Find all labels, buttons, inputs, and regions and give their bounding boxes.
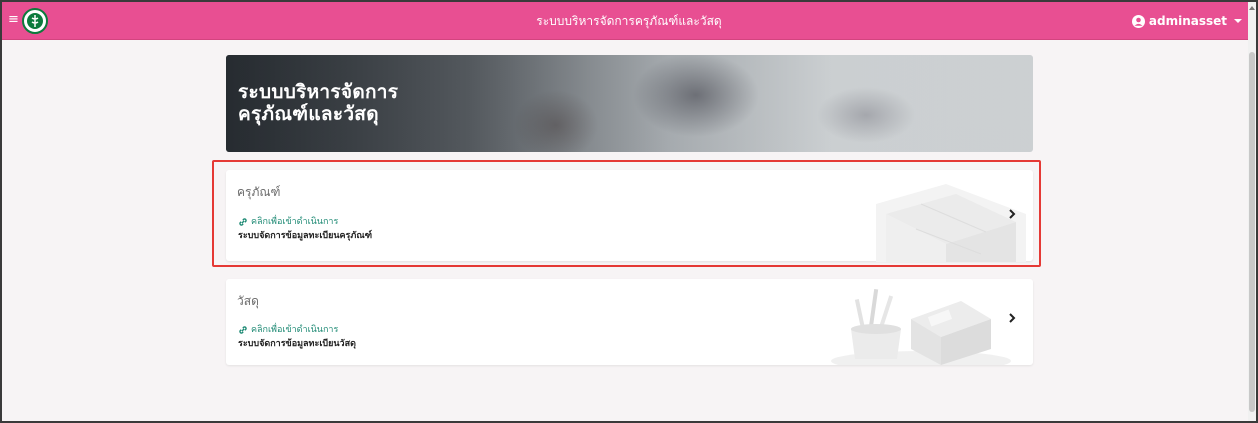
caret-down-icon	[1234, 19, 1242, 23]
username-label: adminasset	[1148, 14, 1227, 28]
stationery-illustration	[831, 288, 1011, 365]
banner-title-line2: ครุภัณฑ์และวัสดุ	[238, 103, 379, 125]
top-navbar: ≡ ระบบบริหารจัดการครุภัณฑ์และวัสดุ admin…	[2, 2, 1256, 40]
link-icon	[238, 325, 248, 335]
enter-link[interactable]: คลิกเพื่อเข้าดำเนินการ	[238, 324, 338, 336]
material-card[interactable]: วัสดุ คลิกเพื่อเข้าดำเนินการ ระบบจัดการข…	[226, 279, 1033, 365]
highlight-frame	[212, 160, 1041, 267]
app-title: ระบบบริหารจัดการครุภัณฑ์และวัสดุ	[536, 14, 722, 28]
scroll-up-icon[interactable]	[1249, 6, 1255, 10]
banner-title: ระบบบริหารจัดการ ครุภัณฑ์และวัสดุ	[238, 81, 398, 125]
chevron-right-icon[interactable]	[1007, 312, 1017, 324]
banner-title-line1: ระบบบริหารจัดการ	[238, 81, 399, 103]
app-window: ≡ ระบบบริหารจัดการครุภัณฑ์และวัสดุ admin…	[0, 0, 1258, 423]
user-menu[interactable]: adminasset	[1131, 12, 1242, 30]
link-text: คลิกเพื่อเข้าดำเนินการ	[251, 325, 339, 335]
card-title: วัสดุ	[237, 294, 259, 308]
vertical-scrollbar[interactable]	[1248, 2, 1256, 421]
scroll-thumb[interactable]	[1249, 52, 1255, 412]
user-circle-icon	[1131, 14, 1145, 28]
card-description: ระบบจัดการข้อมูลทะเบียนวัสดุ	[238, 339, 356, 349]
hero-banner: ระบบบริหารจัดการ ครุภัณฑ์และวัสดุ	[226, 55, 1033, 152]
